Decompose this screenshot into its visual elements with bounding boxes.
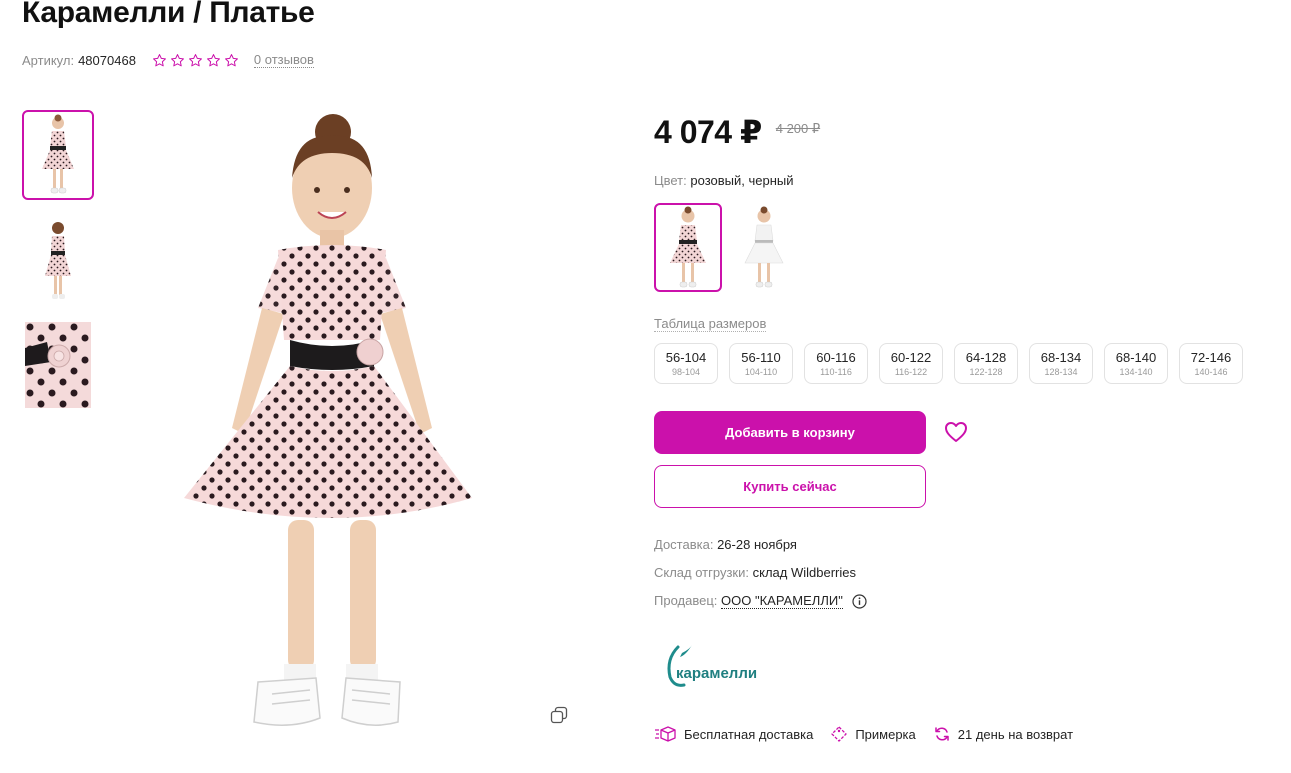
size-main: 56-110 bbox=[741, 349, 781, 365]
size-main: 56-104 bbox=[665, 349, 707, 365]
perk-return: 21 день на возврат bbox=[934, 726, 1073, 742]
size-option[interactable]: 60-122 116-122 bbox=[879, 343, 943, 384]
article-label: Артикул: bbox=[22, 53, 75, 68]
size-sub: 110-116 bbox=[820, 366, 852, 377]
color-label: Цвет: bbox=[654, 173, 687, 188]
main-product-photo[interactable] bbox=[160, 108, 500, 748]
rating-stars[interactable] bbox=[152, 53, 239, 68]
size-option[interactable]: 60-116 110-116 bbox=[804, 343, 868, 384]
delivery-value: 26-28 ноября bbox=[717, 537, 797, 552]
buy-now-button[interactable]: Купить сейчас bbox=[654, 465, 926, 508]
color-option-white[interactable] bbox=[730, 203, 798, 292]
info-icon[interactable] bbox=[852, 594, 868, 609]
star-icon bbox=[170, 54, 184, 67]
current-price: 4 074 ₽ bbox=[654, 114, 762, 150]
size-main: 60-116 bbox=[816, 349, 856, 365]
star-icon bbox=[206, 54, 220, 67]
size-main: 72-146 bbox=[1190, 349, 1232, 365]
size-sub: 140-146 bbox=[1194, 366, 1228, 377]
seller-link[interactable]: ООО "КАРАМЕЛЛИ" bbox=[721, 593, 843, 609]
size-main: 68-134 bbox=[1040, 349, 1082, 365]
perk-label: 21 день на возврат bbox=[957, 726, 1074, 742]
gallery-thumbnails bbox=[22, 110, 94, 425]
dress-front-image bbox=[42, 114, 74, 194]
size-option[interactable]: 56-104 98-104 bbox=[654, 343, 718, 384]
add-to-cart-button[interactable]: Добавить в корзину bbox=[654, 411, 926, 454]
warehouse-label: Склад отгрузки: bbox=[654, 565, 749, 580]
size-sub: 104-110 bbox=[744, 366, 778, 377]
size-table-link[interactable]: Таблица размеров bbox=[654, 316, 767, 332]
size-main: 64-128 bbox=[965, 349, 1007, 365]
thumbnail-fabric[interactable] bbox=[22, 320, 94, 410]
white-dress-image bbox=[744, 206, 784, 287]
warehouse-info: Склад отгрузки: склад Wildberries bbox=[654, 565, 856, 580]
perks-row: Бесплатная доставка Примерка 21 день на … bbox=[654, 726, 1091, 742]
size-option[interactable]: 72-146 140-146 bbox=[1179, 343, 1243, 384]
size-option[interactable]: 64-128 122-128 bbox=[954, 343, 1018, 384]
perk-fitting: Примерка bbox=[831, 726, 916, 742]
size-option[interactable]: 68-140 134-140 bbox=[1104, 343, 1168, 384]
warehouse-value: склад Wildberries bbox=[752, 565, 856, 580]
size-options: 56-104 98-104 56-110 104-110 60-116 110-116… bbox=[654, 343, 1243, 384]
size-main: 68-140 bbox=[1115, 349, 1157, 365]
dress-model-image bbox=[184, 114, 472, 726]
heart-icon[interactable] bbox=[944, 421, 968, 443]
fabric-closeup-image bbox=[25, 322, 91, 408]
perk-free-delivery: Бесплатная доставка bbox=[654, 726, 813, 742]
copy-icon[interactable] bbox=[550, 706, 568, 724]
price-block: 4 074 ₽ 4 200 ₽ bbox=[654, 113, 820, 151]
color-value: розовый, черный bbox=[690, 173, 794, 188]
size-sub: 128-134 bbox=[1044, 366, 1078, 377]
reviews-link[interactable]: 0 отзывов bbox=[253, 53, 314, 68]
brand-logo[interactable]: карамелли bbox=[664, 643, 764, 693]
thumbnail-back[interactable] bbox=[22, 215, 94, 305]
star-icon bbox=[188, 54, 202, 67]
delivery-info: Доставка: 26-28 ноября bbox=[654, 537, 797, 552]
size-sub: 134-140 bbox=[1119, 366, 1153, 377]
thumbnail-front[interactable] bbox=[22, 110, 94, 200]
size-sub: 116-122 bbox=[894, 366, 928, 377]
return-icon bbox=[935, 727, 949, 741]
size-main: 60-122 bbox=[890, 349, 932, 365]
perk-label: Примерка bbox=[855, 726, 916, 742]
product-meta: Артикул: 48070468 0 отзывов bbox=[22, 53, 314, 68]
color-option-pink[interactable] bbox=[654, 203, 722, 292]
svg-text:карамелли: карамелли bbox=[676, 665, 757, 682]
seller-info: Продавец: ООО "КАРАМЕЛЛИ" bbox=[654, 593, 868, 609]
star-icon bbox=[224, 54, 238, 67]
color-swatches bbox=[654, 203, 798, 292]
box-icon bbox=[655, 726, 676, 742]
seller-label: Продавец: bbox=[654, 593, 718, 608]
perk-label: Бесплатная доставка bbox=[684, 726, 814, 742]
pink-dress-image bbox=[670, 206, 706, 287]
size-option[interactable]: 68-134 128-134 bbox=[1029, 343, 1093, 384]
size-sub: 98-104 bbox=[671, 366, 701, 377]
karamelli-logo: карамелли bbox=[667, 645, 757, 687]
size-sub: 122-128 bbox=[969, 366, 1003, 377]
size-option[interactable]: 56-110 104-110 bbox=[729, 343, 793, 384]
delivery-label: Доставка: bbox=[654, 537, 714, 552]
product-title: Карамелли / Платье bbox=[22, 0, 315, 29]
article-number: 48070468 bbox=[78, 53, 136, 68]
star-icon bbox=[152, 54, 166, 67]
old-price: 4 200 ₽ bbox=[775, 121, 821, 136]
dress-back-image bbox=[45, 222, 71, 299]
tag-icon bbox=[831, 726, 847, 742]
color-info: Цвет: розовый, черный bbox=[654, 173, 794, 188]
